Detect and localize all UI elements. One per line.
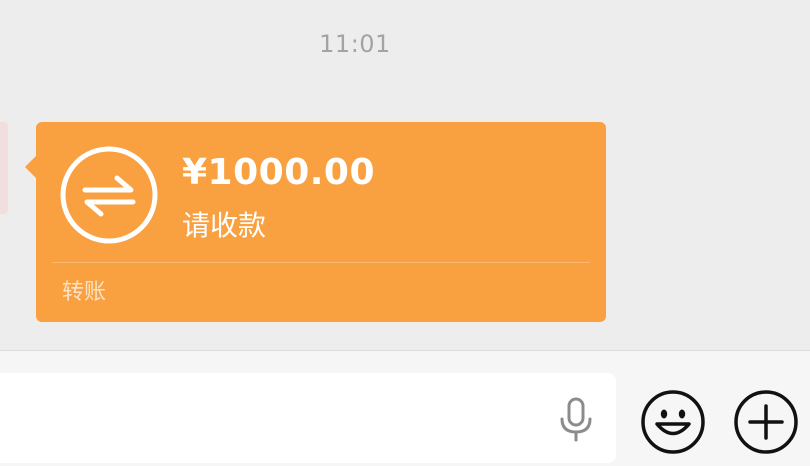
plus-circle-icon[interactable] (733, 389, 799, 455)
chat-message-area: 11:01 ¥1000.00 请收款 转账 (0, 0, 810, 350)
microphone-icon[interactable] (556, 397, 596, 443)
message-timestamp: 11:01 (319, 30, 391, 58)
input-bar (0, 350, 810, 466)
transfer-message-card[interactable]: ¥1000.00 请收款 转账 (25, 122, 606, 322)
transfer-status: 请收款 (182, 209, 267, 242)
transfer-arrows-icon (60, 146, 158, 244)
message-input[interactable] (0, 373, 616, 463)
card-divider (52, 262, 590, 263)
bubble-tail (25, 156, 36, 178)
smiley-icon[interactable] (640, 389, 706, 455)
transfer-amount: ¥1000.00 (182, 152, 376, 193)
avatar[interactable] (0, 122, 8, 214)
transfer-label: 转账 (62, 280, 107, 305)
